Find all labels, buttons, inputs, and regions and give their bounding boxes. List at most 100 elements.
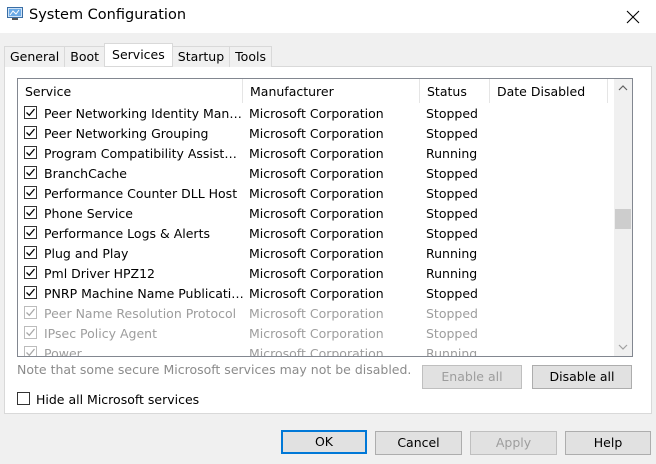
checkmark-icon [26, 308, 36, 317]
service-name: Peer Networking Grouping [44, 126, 209, 141]
service-checkbox[interactable] [24, 186, 37, 199]
table-row[interactable]: Program Compatibility Assistant ... Micro… [18, 144, 615, 164]
service-checkbox[interactable] [24, 166, 37, 179]
service-manufacturer: Microsoft Corporation [249, 226, 384, 241]
table-row[interactable]: Performance Logs & Alerts Microsoft Corpo… [18, 224, 615, 244]
service-status: Stopped [426, 286, 478, 301]
checkmark-icon [26, 348, 36, 356]
tab-boot[interactable]: Boot [64, 46, 106, 67]
table-row[interactable]: Power Microsoft Corporation Running [18, 344, 615, 357]
chevron-down-icon [618, 344, 628, 350]
table-row[interactable]: Peer Networking Grouping Microsoft Corpor… [18, 124, 615, 144]
service-status: Running [426, 266, 478, 281]
service-manufacturer: Microsoft Corporation [249, 106, 384, 121]
service-name: Performance Logs & Alerts [44, 226, 210, 241]
close-button[interactable] [610, 0, 656, 33]
tab-startup[interactable]: Startup [171, 46, 231, 67]
service-status: Stopped [426, 186, 478, 201]
checkmark-icon [26, 108, 36, 117]
service-status: Running [426, 246, 478, 261]
table-row[interactable]: Phone Service Microsoft Corporation Stoppe… [18, 204, 615, 224]
service-manufacturer: Microsoft Corporation [249, 146, 384, 161]
vertical-scrollbar[interactable] [614, 79, 632, 356]
service-checkbox[interactable] [24, 326, 37, 339]
service-name: Phone Service [44, 206, 133, 221]
service-name: Plug and Play [44, 246, 129, 261]
title-bar: System Configuration [0, 0, 656, 33]
service-name: Program Compatibility Assistant ... [44, 146, 244, 161]
service-checkbox[interactable] [24, 306, 37, 319]
service-name: PNRP Machine Name Publication... [44, 286, 244, 301]
table-row[interactable]: Peer Name Resolution Protocol Microsoft C… [18, 304, 615, 324]
scroll-up-button[interactable] [614, 79, 632, 97]
scroll-down-button[interactable] [614, 338, 632, 356]
tab-services[interactable]: Services [104, 43, 173, 66]
ok-button[interactable]: OK [281, 430, 367, 454]
table-row[interactable]: Plug and Play Microsoft Corporation Runnin… [18, 244, 615, 264]
column-header-manufacturer[interactable]: Manufacturer [243, 79, 420, 103]
service-checkbox[interactable] [24, 206, 37, 219]
service-status: Stopped [426, 126, 478, 141]
service-name: BranchCache [44, 166, 127, 181]
service-checkbox[interactable] [24, 106, 37, 119]
service-name: Pml Driver HPZ12 [44, 266, 156, 281]
checkmark-icon [26, 288, 36, 297]
column-header-service[interactable]: Service [18, 79, 243, 103]
service-manufacturer: Microsoft Corporation [249, 266, 384, 281]
disable-all-button[interactable]: Disable all [532, 365, 632, 389]
list-header: Service Manufacturer Status Date Disable… [18, 79, 615, 103]
service-checkbox[interactable] [24, 246, 37, 259]
checkmark-icon [26, 168, 36, 177]
service-name: IPsec Policy Agent [44, 326, 157, 341]
table-row[interactable]: Peer Networking Identity Manager Microsof… [18, 104, 615, 124]
help-button[interactable]: Help [565, 431, 651, 455]
service-name: Peer Networking Identity Manager [44, 106, 244, 121]
service-status: Stopped [426, 206, 478, 221]
checkmark-icon [26, 148, 36, 157]
service-checkbox[interactable] [24, 126, 37, 139]
service-manufacturer: Microsoft Corporation [249, 126, 384, 141]
service-manufacturer: Microsoft Corporation [249, 326, 384, 341]
tab-tools[interactable]: Tools [229, 46, 272, 67]
checkmark-icon [26, 128, 36, 137]
hide-microsoft-services-checkbox[interactable] [17, 392, 30, 405]
table-row[interactable]: Pml Driver HPZ12 Microsoft Corporation Run… [18, 264, 615, 284]
checkmark-icon [26, 208, 36, 217]
service-checkbox[interactable] [24, 346, 37, 356]
table-row[interactable]: IPsec Policy Agent Microsoft Corporation S… [18, 324, 615, 344]
window-title: System Configuration [29, 7, 187, 23]
enable-all-button[interactable]: Enable all [422, 365, 522, 389]
service-name: Peer Name Resolution Protocol [44, 306, 237, 321]
hide-microsoft-services-label[interactable]: Hide all Microsoft services [36, 392, 199, 407]
close-icon [626, 10, 640, 23]
service-checkbox[interactable] [24, 146, 37, 159]
service-manufacturer: Microsoft Corporation [249, 246, 384, 261]
services-list[interactable]: Service Manufacturer Status Date Disable… [17, 78, 633, 357]
system-configuration-icon [7, 7, 23, 21]
cancel-button[interactable]: Cancel [375, 431, 462, 455]
service-manufacturer: Microsoft Corporation [249, 166, 384, 181]
service-name: Performance Counter DLL Host [44, 186, 238, 201]
table-row[interactable]: Performance Counter DLL Host Microsoft Co… [18, 184, 615, 204]
service-manufacturer: Microsoft Corporation [249, 206, 384, 221]
scroll-thumb[interactable] [615, 209, 631, 229]
apply-button[interactable]: Apply [470, 431, 557, 455]
tab-general[interactable]: General [4, 46, 66, 67]
column-header-date-disabled[interactable]: Date Disabled [490, 79, 608, 103]
table-row[interactable]: BranchCache Microsoft Corporation Stopped [18, 164, 615, 184]
service-checkbox[interactable] [24, 266, 37, 279]
checkmark-icon [26, 268, 36, 277]
column-header-status[interactable]: Status [420, 79, 490, 103]
list-rows: Peer Networking Identity Manager Microsof… [18, 104, 615, 357]
table-row[interactable]: PNRP Machine Name Publication... Microsof… [18, 284, 615, 304]
service-status: Running [426, 146, 478, 161]
checkmark-icon [26, 228, 36, 237]
service-status: Running [426, 346, 478, 357]
secure-services-note: Note that some secure Microsoft services… [17, 362, 412, 377]
service-status: Stopped [426, 166, 478, 181]
service-checkbox[interactable] [24, 226, 37, 239]
service-status: Stopped [426, 106, 478, 121]
checkmark-icon [26, 328, 36, 337]
service-manufacturer: Microsoft Corporation [249, 186, 384, 201]
service-checkbox[interactable] [24, 286, 37, 299]
